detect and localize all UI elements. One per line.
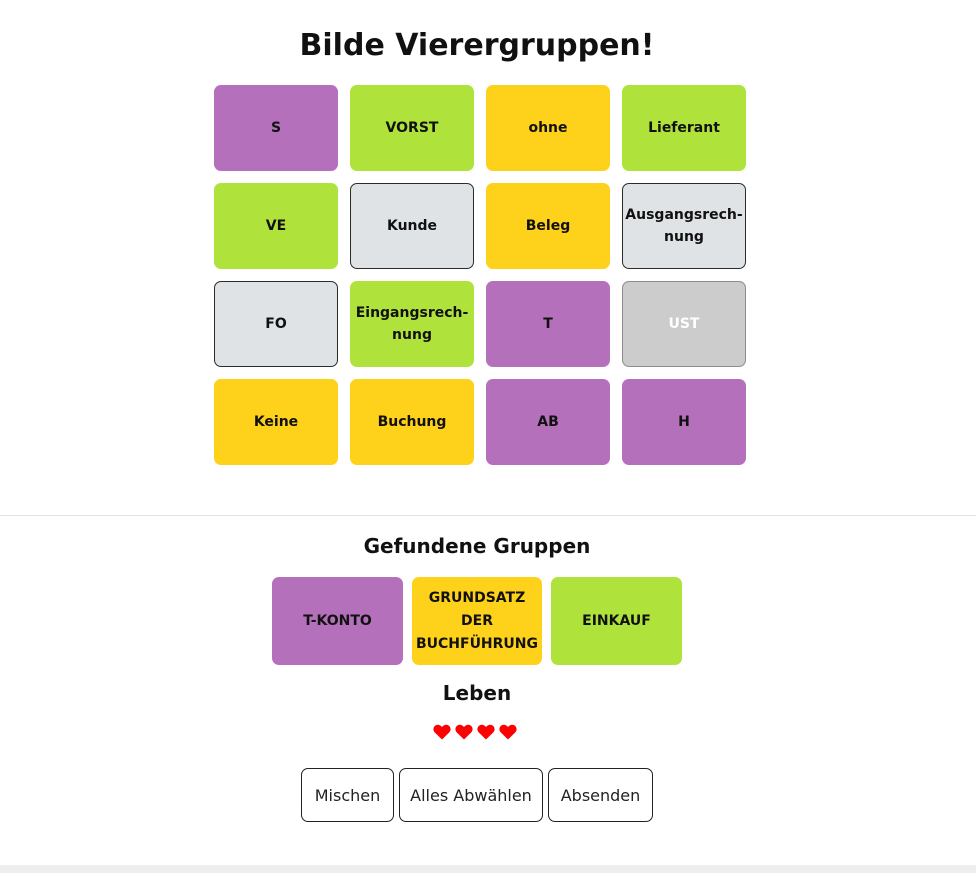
word-tile[interactable]: Eingangsrech-nung	[350, 281, 474, 367]
deselect-all-button[interactable]: Alles Abwählen	[399, 768, 543, 822]
word-tile[interactable]: Buchung	[350, 379, 474, 465]
word-tile[interactable]: S	[214, 85, 338, 171]
heart-icon	[455, 724, 473, 740]
section-divider	[0, 515, 976, 516]
word-tile[interactable]: Beleg	[486, 183, 610, 269]
word-tile[interactable]: FO	[214, 281, 338, 367]
game-page: Bilde Vierergruppen! S VORST ohne Liefer…	[0, 0, 976, 873]
word-tile[interactable]: Keine	[214, 379, 338, 465]
lives-title: Leben	[442, 681, 512, 705]
word-tile-disabled[interactable]: UST	[622, 281, 746, 367]
word-tile[interactable]: T	[486, 281, 610, 367]
word-tile[interactable]: VE	[214, 183, 338, 269]
found-group: EINKAUF	[551, 577, 682, 665]
word-tile[interactable]: Kunde	[350, 183, 474, 269]
found-groups-title: Gefundene Gruppen	[363, 534, 591, 558]
shuffle-button[interactable]: Mischen	[301, 768, 394, 822]
word-tile[interactable]: ohne	[486, 85, 610, 171]
heart-icon	[499, 724, 517, 740]
footer-bar	[0, 865, 976, 873]
word-tile[interactable]: AB	[486, 379, 610, 465]
found-group: GRUNDSATZ DER BUCHFÜHRUNG	[412, 577, 542, 665]
word-grid: S VORST ohne Lieferant VE Kunde Beleg Au…	[214, 85, 746, 465]
found-groups-list: T-KONTO GRUNDSATZ DER BUCHFÜHRUNG EINKAU…	[272, 577, 682, 665]
lives-hearts	[433, 724, 517, 740]
submit-button[interactable]: Absenden	[548, 768, 653, 822]
page-title: Bilde Vierergruppen!	[299, 28, 655, 63]
word-tile[interactable]: VORST	[350, 85, 474, 171]
word-tile[interactable]: Lieferant	[622, 85, 746, 171]
heart-icon	[433, 724, 451, 740]
found-group: T-KONTO	[272, 577, 403, 665]
action-buttons: Mischen Alles Abwählen Absenden	[301, 768, 653, 822]
heart-icon	[477, 724, 495, 740]
word-tile[interactable]: Ausgangsrech-nung	[622, 183, 746, 269]
word-tile[interactable]: H	[622, 379, 746, 465]
